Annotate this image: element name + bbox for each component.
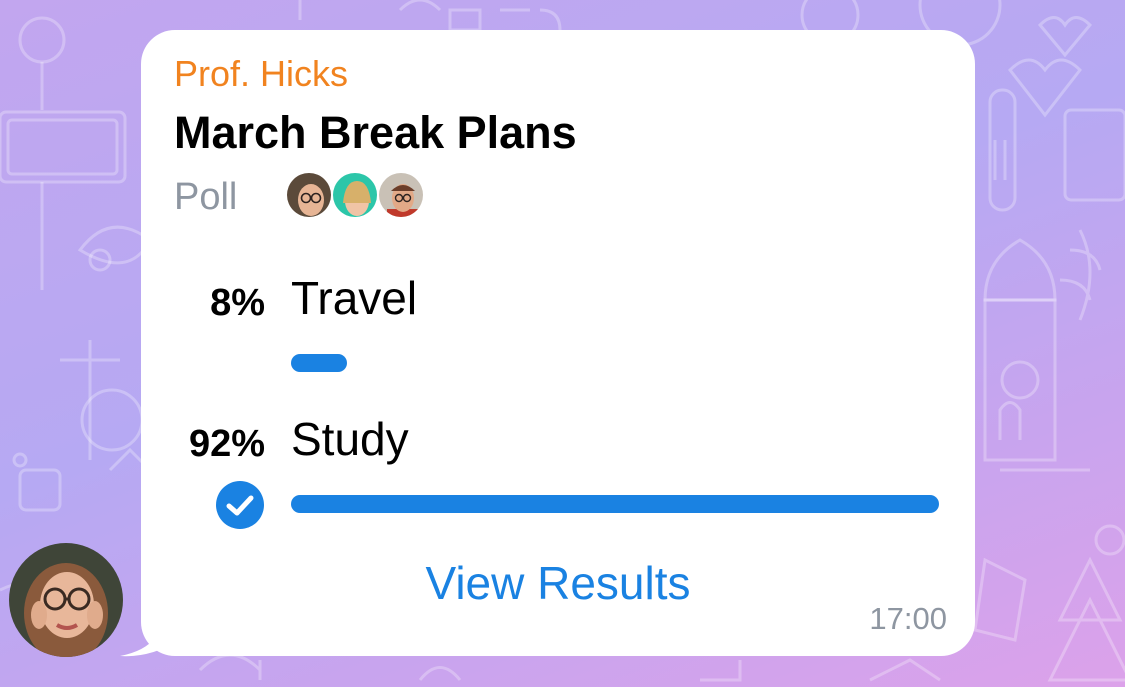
poll-question: March Break Plans: [174, 107, 577, 158]
voter-avatar: [377, 171, 425, 219]
option-percent: 92%: [188, 423, 265, 465]
option-result-bar: [291, 354, 347, 372]
view-results-button[interactable]: View Results: [141, 556, 975, 610]
sender-avatar[interactable]: [9, 543, 123, 657]
sender-name[interactable]: Prof. Hicks: [174, 52, 348, 96]
option-percent: 8%: [210, 282, 265, 324]
voter-avatar: [285, 171, 333, 219]
voter-avatar: [331, 171, 379, 219]
option-result-bar: [291, 495, 939, 513]
message-timestamp: 17:00: [869, 601, 947, 636]
option-label: Travel: [291, 272, 418, 324]
option-label: Study: [291, 413, 409, 465]
poll-type-label: Poll: [174, 176, 238, 218]
check-circle-icon: [216, 481, 264, 529]
recent-voters[interactable]: [285, 171, 425, 221]
